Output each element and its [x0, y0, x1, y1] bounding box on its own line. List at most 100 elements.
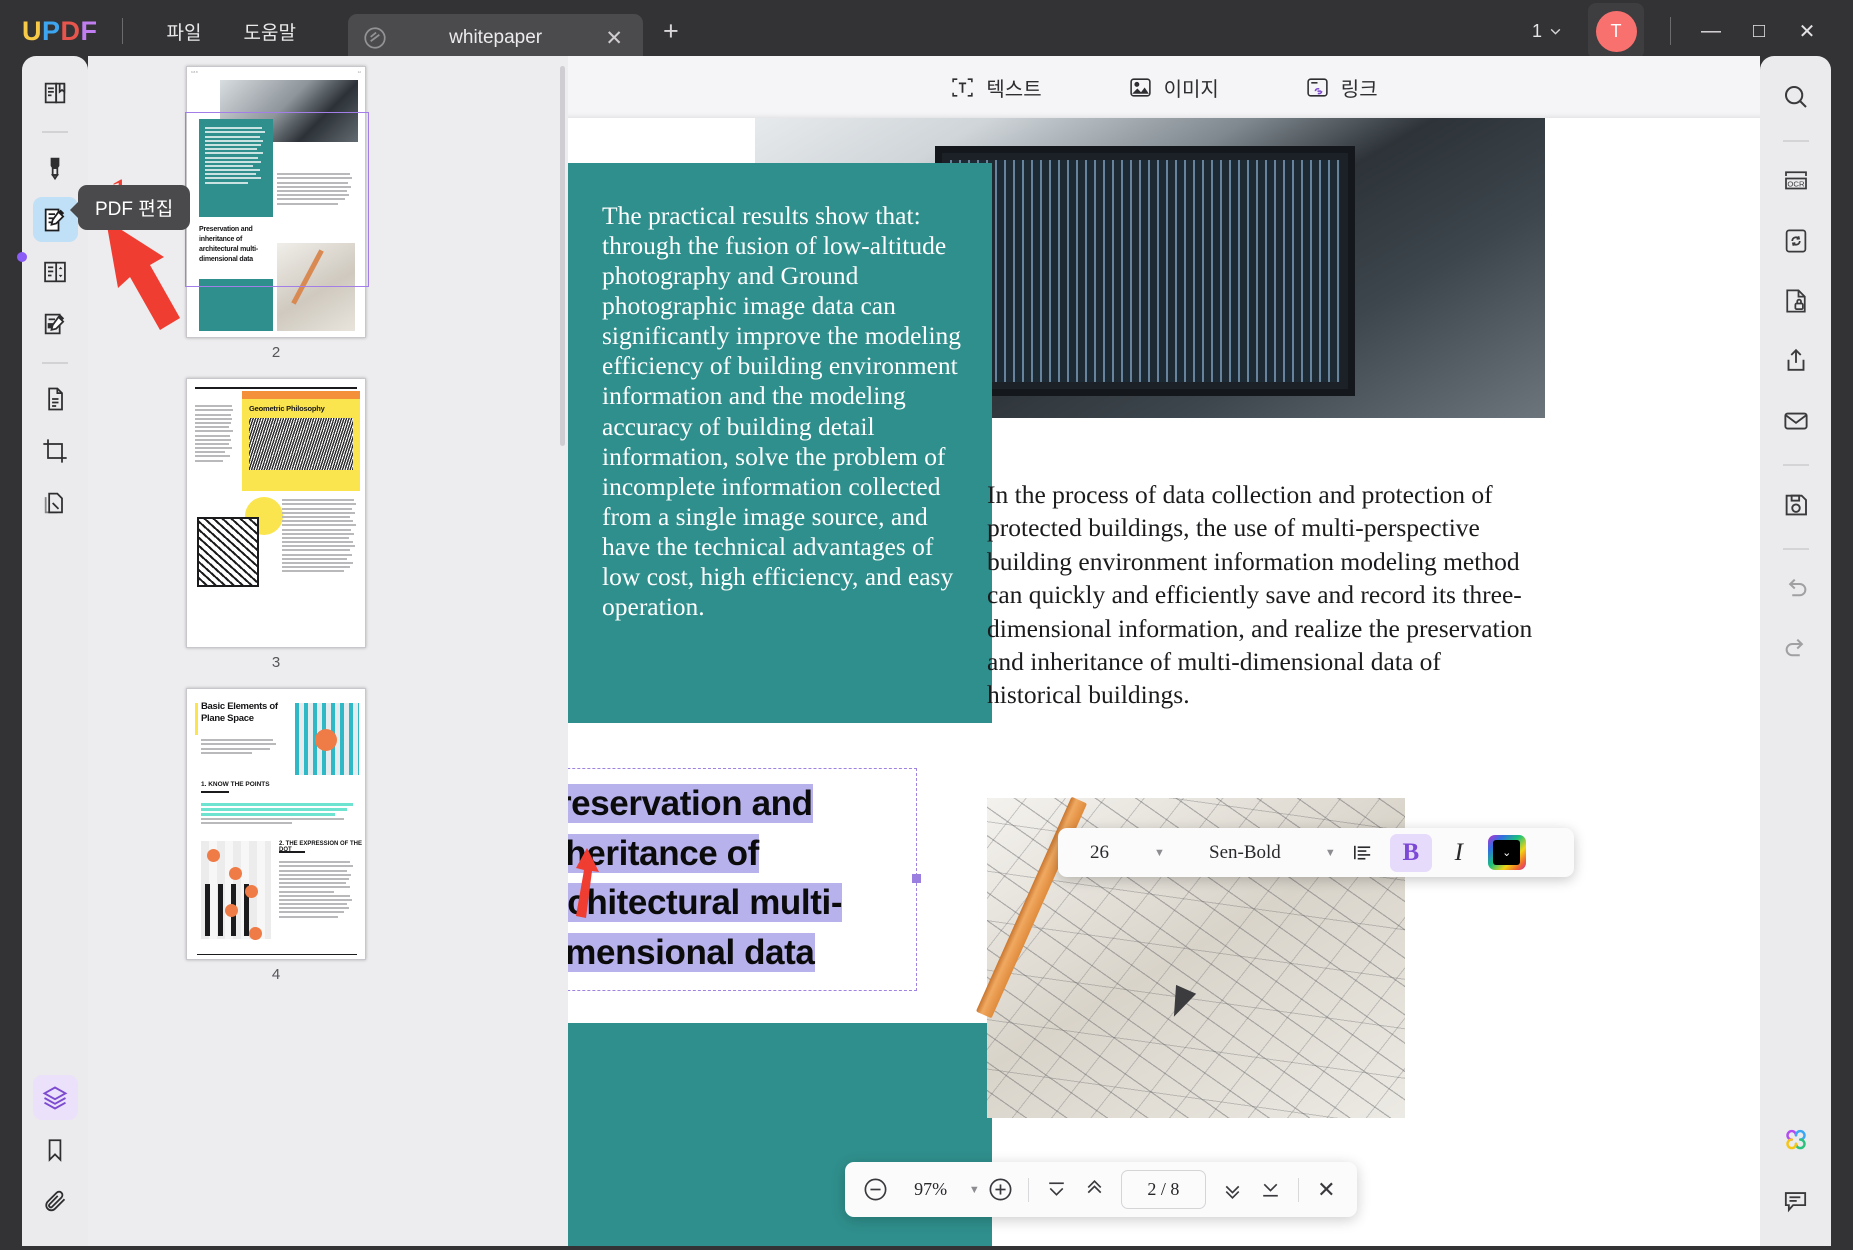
title-bar: UPDF 파일 도움말 whitepaper ✕ + 1 T — □ — [0, 0, 1853, 62]
text-icon — [950, 75, 975, 100]
sidebar-item-bookmark[interactable] — [33, 1127, 78, 1172]
font-size-dropdown-icon[interactable]: ▼ — [1154, 847, 1165, 859]
email-icon[interactable] — [1773, 398, 1819, 444]
page-badge[interactable]: 1 — [1532, 21, 1562, 42]
page-indicator[interactable]: 2 / 8 — [1121, 1170, 1206, 1209]
thumbnail-scrollbar[interactable] — [560, 66, 565, 446]
first-page-button[interactable] — [1040, 1172, 1073, 1208]
tab-title: whitepaper — [392, 27, 599, 49]
zoom-in-button[interactable] — [984, 1172, 1017, 1208]
last-page-button[interactable] — [1253, 1172, 1286, 1208]
sidebar-item-reader[interactable] — [33, 70, 78, 115]
menu-help[interactable]: 도움말 — [225, 12, 313, 51]
align-left-icon[interactable] — [1342, 834, 1384, 872]
zoom-dropdown-icon[interactable]: ▼ — [969, 1184, 980, 1196]
heading-line-3: architectural multi- — [568, 878, 908, 928]
sidebar-item-convert[interactable] — [33, 376, 78, 421]
divider — [1670, 17, 1671, 45]
tool-image-label: 이미지 — [1164, 73, 1219, 102]
prev-page-button[interactable] — [1077, 1172, 1110, 1208]
thumbnail-page-2[interactable]: 9.8.8 12 Preservat — [186, 66, 366, 338]
selected-text-block[interactable]: Preservation and inheritance of architec… — [568, 768, 917, 991]
pdf-edit-tooltip: PDF 편집 — [78, 185, 190, 230]
thumbnail-page-4-title: Basic Elements of Plane Space — [201, 701, 289, 726]
color-swatch: ⌄ — [1493, 840, 1520, 865]
titlebar-right: 1 T — □ ✕ — [1532, 3, 1853, 59]
divider — [42, 362, 68, 364]
search-icon[interactable] — [1773, 74, 1819, 120]
font-name-value[interactable]: Sen-Bold — [1165, 842, 1325, 864]
sidebar-item-attachment[interactable] — [33, 1179, 78, 1224]
resize-handle-right[interactable] — [912, 874, 921, 883]
minimize-button[interactable]: — — [1687, 11, 1735, 51]
left-toolbar — [22, 56, 88, 1246]
tool-link-label: 링크 — [1341, 73, 1378, 102]
ai-assistant-icon[interactable] — [1773, 1118, 1819, 1164]
divider — [1783, 464, 1809, 466]
right-toolbar: OCR — [1760, 56, 1831, 1246]
pdf-page[interactable]: The practical results show that: through… — [568, 118, 1760, 1246]
divider — [42, 131, 68, 133]
link-icon — [1305, 75, 1330, 100]
next-page-button[interactable] — [1216, 1172, 1249, 1208]
redo-icon[interactable] — [1773, 626, 1819, 672]
undo-icon[interactable] — [1773, 566, 1819, 612]
viewport-indicator — [185, 112, 369, 287]
divider — [1298, 1178, 1299, 1202]
sidebar-item-organize-pages[interactable] — [33, 249, 78, 294]
bold-button[interactable]: B — [1390, 834, 1432, 872]
sidebar-item-annotate[interactable] — [33, 145, 78, 190]
heading-line-4: dimensional data — [568, 928, 908, 978]
text-color-picker[interactable]: ⌄ — [1488, 835, 1526, 870]
annotation-arrow-2 — [568, 846, 616, 966]
ocr-icon[interactable]: OCR — [1773, 158, 1819, 204]
document-tab-icon — [362, 25, 388, 51]
document-tab[interactable]: whitepaper ✕ — [348, 14, 643, 62]
protect-icon[interactable] — [1773, 278, 1819, 324]
svg-text:OCR: OCR — [1787, 180, 1805, 189]
comment-icon[interactable] — [1773, 1178, 1819, 1224]
font-size-value[interactable]: 26 — [1068, 842, 1154, 864]
document-viewer: 텍스트 이미지 — [568, 56, 1760, 1246]
divider — [122, 18, 123, 44]
thumbnail-page-4[interactable]: Basic Elements of Plane Space 1. KNOW TH… — [186, 688, 366, 960]
maximize-button[interactable]: □ — [1735, 11, 1783, 51]
new-tab-button[interactable]: + — [663, 16, 679, 47]
image-icon — [1128, 75, 1153, 100]
updf-logo: UPDF — [22, 16, 98, 47]
share-icon[interactable] — [1773, 338, 1819, 384]
tool-text[interactable]: 텍스트 — [940, 67, 1051, 108]
page-badge-value: 1 — [1532, 21, 1542, 42]
zoom-level-value[interactable]: 97% — [896, 1179, 965, 1200]
updf-window: UPDF 파일 도움말 whitepaper ✕ + 1 T — □ — [0, 0, 1853, 1250]
bold-label: B — [1402, 839, 1419, 867]
menu-file[interactable]: 파일 — [149, 12, 220, 51]
text-format-toolbar: 26 ▼ Sen-Bold ▼ B I ⌄ — [1058, 828, 1574, 877]
close-zoom-bar-button[interactable]: ✕ — [1310, 1172, 1343, 1208]
convert-file-icon[interactable] — [1773, 218, 1819, 264]
tab-close-icon[interactable]: ✕ — [599, 26, 629, 51]
thumbnail-page-3[interactable]: Geometric Philosophy — [186, 378, 366, 648]
save-icon[interactable] — [1773, 482, 1819, 528]
thumbnail-number: 4 — [186, 966, 366, 983]
zoom-out-button[interactable] — [859, 1172, 892, 1208]
divider — [1783, 548, 1809, 550]
tool-image[interactable]: 이미지 — [1118, 67, 1229, 108]
thumbnail-page-3-title: Geometric Philosophy — [242, 399, 360, 416]
sidebar-item-layers[interactable] — [33, 1075, 78, 1120]
sidebar-item-batch[interactable] — [33, 480, 78, 525]
thumbnail-page-4-h1: 1. KNOW THE POINTS — [201, 781, 270, 788]
divider — [1783, 140, 1809, 142]
sidebar-item-edit-form[interactable] — [33, 301, 78, 346]
account-button[interactable]: T — [1588, 3, 1644, 59]
close-window-button[interactable]: ✕ — [1783, 11, 1831, 51]
annotation-arrow-1 — [88, 210, 208, 350]
tool-text-label: 텍스트 — [986, 73, 1041, 102]
tool-link[interactable]: 링크 — [1295, 67, 1388, 108]
italic-button[interactable]: I — [1438, 834, 1480, 872]
font-name-dropdown-icon[interactable]: ▼ — [1325, 847, 1336, 859]
divider — [1028, 1178, 1029, 1202]
sidebar-item-crop[interactable] — [33, 428, 78, 473]
heading-line-2: inheritance of — [568, 829, 908, 879]
thumbnail-number: 3 — [186, 654, 366, 671]
